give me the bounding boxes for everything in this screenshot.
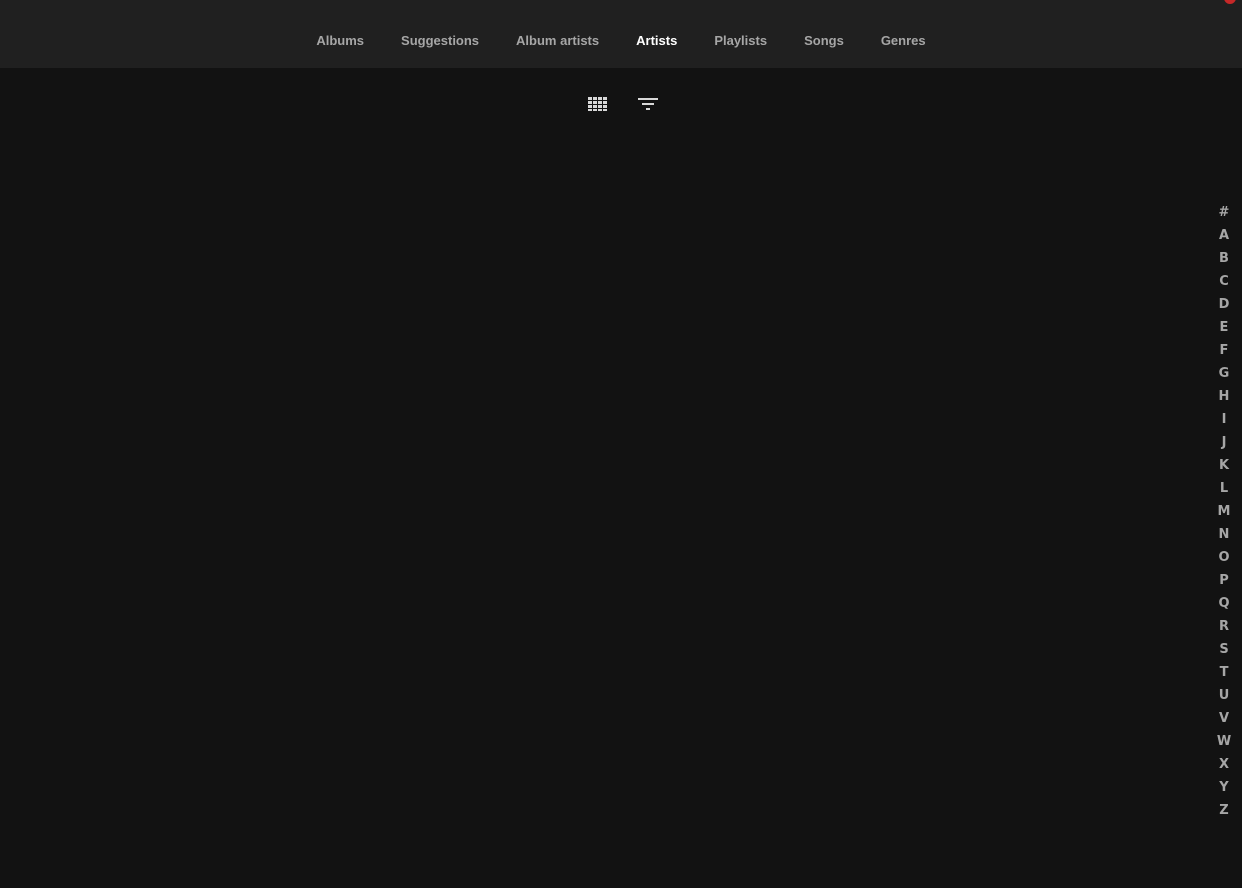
tab-genres[interactable]: Genres [881,33,926,49]
alpha-letter-r[interactable]: R [1219,615,1229,638]
alpha-letter-o[interactable]: O [1218,546,1229,569]
alpha-letter-e[interactable]: E [1220,316,1229,339]
alpha-letter-c[interactable]: C [1219,270,1229,293]
tab-albums[interactable]: Albums [316,33,364,49]
tab-songs[interactable]: Songs [804,33,844,49]
alpha-letter-m[interactable]: M [1218,500,1231,523]
alpha-letter-h[interactable]: H [1219,385,1230,408]
alpha-letter-j[interactable]: J [1222,431,1227,454]
alpha-letter-v[interactable]: V [1219,707,1229,730]
alpha-letter-x[interactable]: X [1219,753,1229,776]
filter-button[interactable] [636,92,660,116]
alpha-letter-b[interactable]: B [1219,247,1229,270]
alpha-letter-s[interactable]: S [1219,638,1228,661]
alpha-letter-p[interactable]: P [1219,569,1229,592]
alpha-letter-hash[interactable]: # [1219,201,1230,224]
alpha-letter-f[interactable]: F [1220,339,1229,362]
alpha-letter-a[interactable]: A [1219,224,1229,247]
header-bar: Albums Suggestions Album artists Artists… [0,0,1242,68]
grid-view-icon [588,97,607,111]
alpha-letter-k[interactable]: K [1219,454,1229,477]
filter-icon [638,98,658,110]
alpha-letter-y[interactable]: Y [1219,776,1228,799]
view-mode-button[interactable] [586,92,610,116]
tab-bar: Albums Suggestions Album artists Artists… [0,0,1242,68]
tab-playlists[interactable]: Playlists [714,33,767,49]
alpha-letter-u[interactable]: U [1219,684,1230,707]
tab-artists[interactable]: Artists [636,33,677,49]
alpha-letter-l[interactable]: L [1220,477,1228,500]
alpha-picker: # A B C D E F G H I J K L M N O P Q R S T U V W X Y Z [1214,201,1234,822]
alpha-letter-d[interactable]: D [1219,293,1230,316]
tab-album-artists[interactable]: Album artists [516,33,599,49]
alpha-letter-q[interactable]: Q [1218,592,1229,615]
tab-suggestions[interactable]: Suggestions [401,33,479,49]
alpha-letter-t[interactable]: T [1220,661,1229,684]
alpha-letter-n[interactable]: N [1219,523,1230,546]
alpha-letter-g[interactable]: G [1219,362,1230,385]
page: Albums Suggestions Album artists Artists… [0,0,1242,888]
alpha-letter-i[interactable]: I [1222,408,1227,431]
alpha-letter-w[interactable]: W [1217,730,1231,753]
view-toolbar [0,92,1242,116]
alpha-letter-z[interactable]: Z [1219,799,1228,822]
